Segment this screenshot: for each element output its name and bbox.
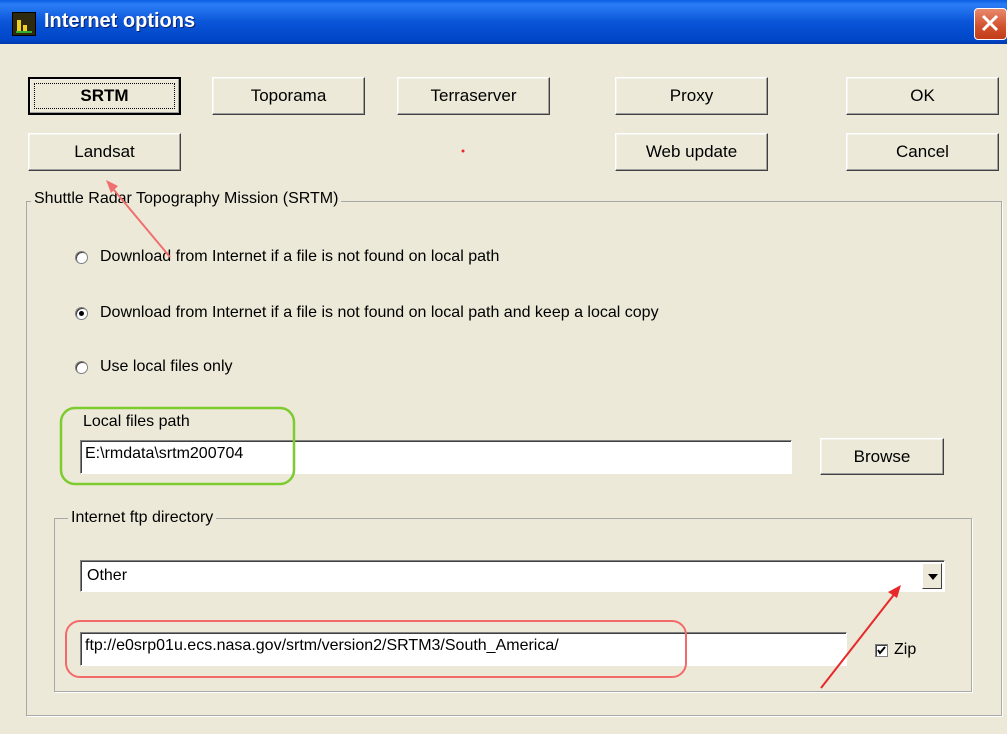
srtm-group-legend: Shuttle Radar Topography Mission (SRTM) xyxy=(31,190,342,208)
window-title: Internet options xyxy=(44,10,196,32)
checkbox-checked[interactable] xyxy=(875,643,888,657)
cancel-button[interactable]: Cancel xyxy=(846,133,999,171)
ftp-url-input[interactable]: ftp://e0srp01u.ecs.nasa.gov/srtm/version… xyxy=(80,632,847,666)
internet-options-dialog: Internet options SRTM Toporama Terraserv… xyxy=(0,0,1007,734)
radio-local-only[interactable]: Use local files only xyxy=(75,358,233,376)
toporama-button-label: Toporama xyxy=(250,86,327,105)
browse-button-label: Browse xyxy=(853,446,911,466)
radio-label: Use local files only xyxy=(100,358,233,375)
zip-checkbox[interactable]: Zip xyxy=(875,641,916,659)
landsat-button[interactable]: Landsat xyxy=(28,133,181,171)
radio-button-selected[interactable] xyxy=(75,306,88,320)
local-files-path-label: Local files path xyxy=(83,413,190,430)
toporama-button[interactable]: Toporama xyxy=(212,77,365,115)
zip-label: Zip xyxy=(894,641,917,658)
radio-label: Download from Internet if a file is not … xyxy=(100,248,500,265)
radio-button[interactable] xyxy=(75,360,88,374)
ftp-group-legend: Internet ftp directory xyxy=(68,509,217,527)
checkmark-icon xyxy=(877,645,886,655)
radio-download-keep-copy[interactable]: Download from Internet if a file is not … xyxy=(75,304,659,322)
close-icon xyxy=(981,14,999,32)
radio-download-if-missing[interactable]: Download from Internet if a file is not … xyxy=(75,248,499,266)
ftp-directory-selected: Other xyxy=(87,567,128,584)
title-bar[interactable]: Internet options xyxy=(0,0,1007,44)
browse-button[interactable]: Browse xyxy=(820,438,944,475)
local-files-path-input[interactable]: E:\rmdata\srtm200704 xyxy=(80,440,792,474)
web-update-button-label: Web update xyxy=(645,142,738,161)
proxy-button[interactable]: Proxy xyxy=(615,77,768,115)
srtm-button[interactable]: SRTM xyxy=(28,77,181,115)
chevron-down-icon[interactable] xyxy=(922,563,942,589)
red-dot xyxy=(461,149,465,153)
landsat-button-label: Landsat xyxy=(74,142,135,161)
radio-label: Download from Internet if a file is not … xyxy=(100,304,659,321)
proxy-button-label: Proxy xyxy=(669,86,714,105)
radio-button[interactable] xyxy=(75,250,88,264)
chart-bars-icon xyxy=(12,12,36,36)
close-button[interactable] xyxy=(974,8,1007,40)
terraserver-button[interactable]: Terraserver xyxy=(397,77,550,115)
web-update-button[interactable]: Web update xyxy=(615,133,768,171)
ok-button-label: OK xyxy=(910,86,935,105)
cancel-button-label: Cancel xyxy=(896,142,949,161)
ok-button[interactable]: OK xyxy=(846,77,999,115)
terraserver-button-label: Terraserver xyxy=(430,86,517,105)
ftp-directory-select[interactable]: Other xyxy=(80,560,945,592)
